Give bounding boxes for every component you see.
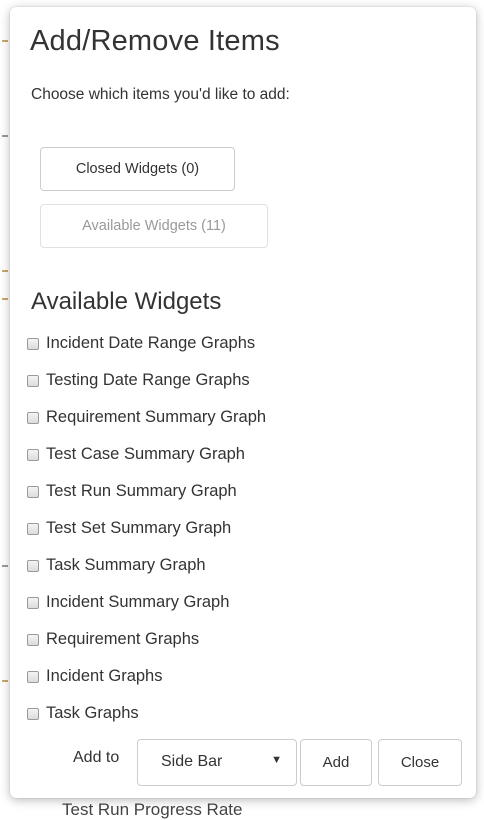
background-marker [2, 680, 8, 682]
widget-checkbox[interactable] [27, 411, 39, 424]
background-marker [2, 270, 8, 272]
widget-checkbox[interactable] [27, 374, 39, 387]
widget-label: Incident Date Range Graphs [46, 334, 256, 352]
add-to-select-value: Side Bar [161, 753, 223, 770]
available-widgets-heading: Available Widgets [31, 288, 222, 315]
widget-label: Incident Graphs [46, 667, 163, 685]
widget-checkbox[interactable] [27, 633, 39, 646]
background-widget-title: Test Run Progress Rate [62, 800, 243, 819]
widget-label: Test Run Summary Graph [46, 482, 237, 500]
widget-item[interactable]: Requirement Graphs [27, 621, 266, 658]
widget-checkbox[interactable] [27, 337, 39, 350]
widget-item[interactable]: Test Set Summary Graph [27, 510, 266, 547]
dialog-title: Add/Remove Items [30, 25, 280, 57]
widget-item[interactable]: Task Summary Graph [27, 547, 266, 584]
widget-item[interactable]: Task Graphs [27, 695, 266, 732]
widget-label: Test Case Summary Graph [46, 445, 245, 463]
add-to-label: Add to [73, 749, 120, 766]
closed-widgets-button[interactable]: Closed Widgets (0) [40, 147, 235, 191]
widget-checkbox[interactable] [27, 448, 39, 461]
widget-list: Incident Date Range Graphs Testing Date … [27, 325, 266, 732]
widget-item[interactable]: Testing Date Range Graphs [27, 362, 266, 399]
widget-item[interactable]: Incident Date Range Graphs [27, 325, 266, 362]
widget-checkbox[interactable] [27, 485, 39, 498]
chevron-down-icon: ▼ [271, 754, 282, 766]
background-marker [2, 40, 8, 42]
widget-item[interactable]: Requirement Summary Graph [27, 399, 266, 436]
widget-checkbox[interactable] [27, 670, 39, 683]
add-to-select[interactable]: Side Bar ▼ [137, 739, 297, 786]
background-marker [2, 135, 8, 137]
widget-label: Incident Summary Graph [46, 593, 230, 611]
widget-label: Testing Date Range Graphs [46, 371, 250, 389]
widget-checkbox[interactable] [27, 707, 39, 720]
widget-checkbox[interactable] [27, 596, 39, 609]
widget-checkbox[interactable] [27, 522, 39, 535]
widget-label: Task Graphs [46, 704, 139, 722]
background-marker [2, 298, 8, 300]
close-button[interactable]: Close [378, 739, 462, 786]
widget-item[interactable]: Test Run Summary Graph [27, 473, 266, 510]
widget-checkbox[interactable] [27, 559, 39, 572]
background-marker [2, 565, 8, 567]
widget-item[interactable]: Test Case Summary Graph [27, 436, 266, 473]
widget-item[interactable]: Incident Summary Graph [27, 584, 266, 621]
add-button[interactable]: Add [300, 739, 372, 786]
available-widgets-button[interactable]: Available Widgets (11) [40, 204, 268, 248]
widget-label: Task Summary Graph [46, 556, 206, 574]
widget-label: Requirement Summary Graph [46, 408, 267, 426]
widget-item[interactable]: Incident Graphs [27, 658, 266, 695]
dialog-subtitle: Choose which items you'd like to add: [31, 86, 290, 103]
add-remove-items-dialog: Add/Remove Items Choose which items you'… [10, 7, 476, 798]
widget-label: Test Set Summary Graph [46, 519, 232, 537]
widget-label: Requirement Graphs [46, 630, 200, 648]
